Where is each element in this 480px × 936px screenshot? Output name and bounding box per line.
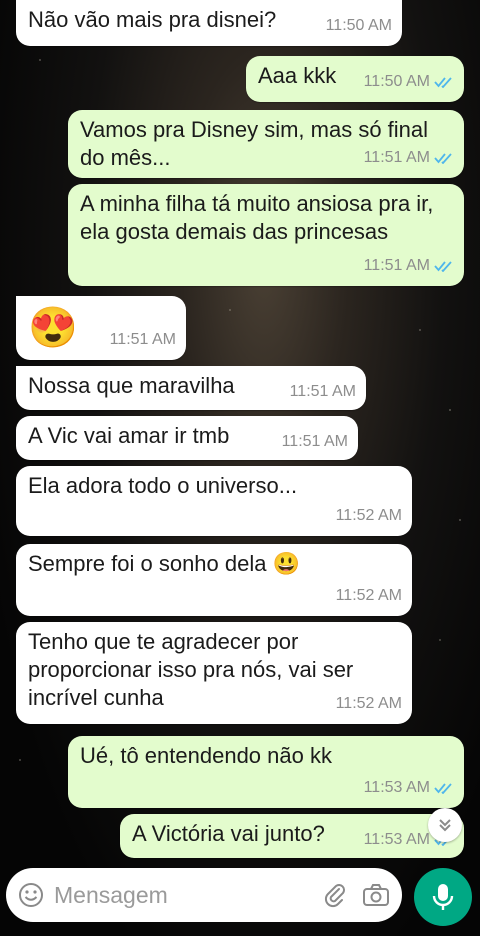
message-input[interactable]: Mensagem — [54, 882, 322, 909]
message-time: 11:51 AM — [109, 331, 176, 348]
message-time: 11:50 AM — [363, 73, 430, 90]
message-bubble-outgoing[interactable]: A Victória vai junto? 11:53 AM — [120, 814, 464, 858]
message-time: 11:50 AM — [325, 17, 392, 34]
message-bubble-incoming[interactable]: 😍 11:51 AM — [16, 296, 186, 360]
message-meta: 11:53 AM — [364, 774, 454, 802]
chevrons-down-icon — [439, 819, 451, 832]
message-meta: 11:51 AM — [364, 252, 454, 280]
double-check-icon — [434, 783, 452, 794]
message-bubble-incoming[interactable]: Ela adora todo o universo... 11:52 AM — [16, 466, 412, 536]
double-check-icon — [434, 261, 452, 272]
message-composer[interactable]: Mensagem — [6, 868, 402, 922]
message-bubble-outgoing[interactable]: Aaa kkk 11:50 AM — [246, 56, 464, 102]
message-bubble-incoming[interactable]: Tenho que te agradecer por proporcionar … — [16, 622, 412, 724]
double-check-icon — [434, 77, 452, 88]
message-bubble-incoming[interactable]: A Vic vai amar ir tmb 11:51 AM — [16, 416, 358, 460]
smiley-emoji: 😃 — [272, 551, 301, 576]
message-time: 11:52 AM — [335, 507, 402, 524]
message-bubble-outgoing[interactable]: Ué, tô entendendo não kk 11:53 AM — [68, 736, 464, 808]
paperclip-icon[interactable] — [322, 882, 348, 908]
message-bubble-outgoing[interactable]: A minha filha tá muito ansiosa pra ir, e… — [68, 184, 464, 286]
scroll-to-bottom-button[interactable] — [428, 808, 462, 842]
message-bubble-outgoing[interactable]: Vamos pra Disney sim, mas só final do mê… — [68, 110, 464, 178]
message-time: 11:51 AM — [363, 257, 430, 274]
message-bubble-incoming[interactable]: Nossa que maravilha 11:51 AM — [16, 366, 366, 410]
message-time: 11:51 AM — [363, 149, 430, 166]
message-time: 11:51 AM — [289, 383, 356, 400]
message-text: Sempre foi o sonho dela 😃 — [28, 551, 301, 576]
message-time: 11:53 AM — [363, 779, 430, 796]
message-text: Ué, tô entendendo não kk — [80, 743, 332, 768]
message-time: 11:52 AM — [335, 587, 402, 604]
double-check-icon — [434, 153, 452, 164]
message-time: 11:52 AM — [335, 695, 402, 712]
message-meta: 11:51 AM — [364, 144, 454, 172]
message-time: 11:53 AM — [363, 831, 430, 848]
mic-icon — [432, 884, 454, 910]
message-text: A minha filha tá muito ansiosa pra ir, e… — [80, 191, 434, 244]
message-bubble-incoming[interactable]: Não vão mais pra disnei? 11:50 AM — [16, 0, 402, 46]
message-text: Ela adora todo o universo... — [28, 473, 298, 498]
mic-button[interactable] — [414, 868, 472, 926]
message-time: 11:51 AM — [281, 433, 348, 450]
emoji-icon[interactable] — [18, 882, 44, 908]
message-bubble-incoming[interactable]: Sempre foi o sonho dela 😃 11:52 AM — [16, 544, 412, 616]
message-meta: 11:50 AM — [364, 68, 454, 96]
camera-icon[interactable] — [362, 882, 390, 908]
